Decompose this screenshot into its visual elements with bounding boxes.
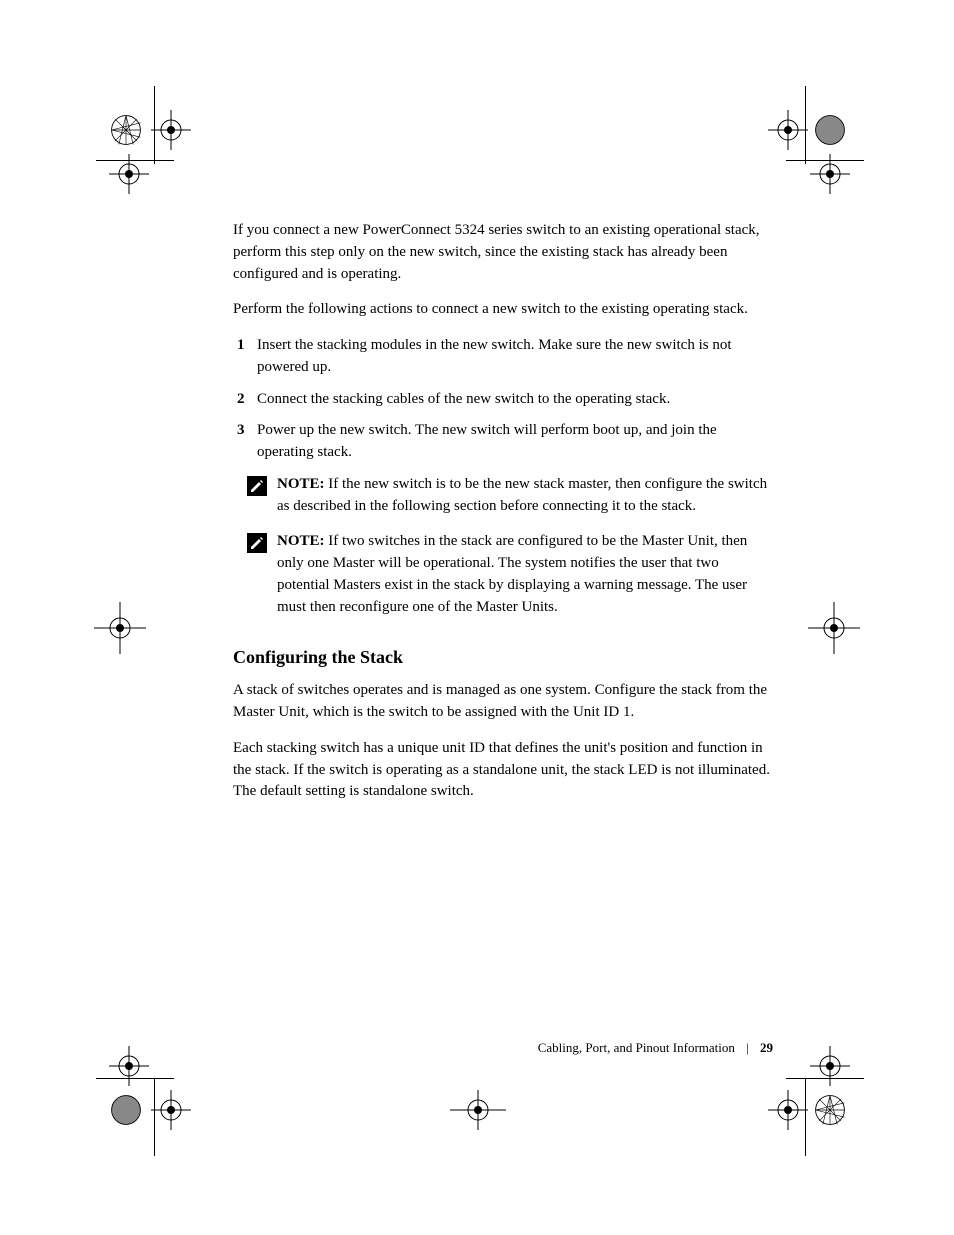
registration-line-icon [96,1078,174,1079]
note-label: NOTE: [277,533,325,549]
note-label: NOTE: [277,476,325,492]
registration-line-icon [805,86,806,164]
registration-line-icon [805,1078,806,1156]
note: NOTE: If the new switch is to be the new… [233,474,773,518]
registration-line-icon [96,160,174,161]
registration-line-icon [786,160,864,161]
registration-crosshair-icon [766,1088,810,1132]
registration-disc-icon [812,112,848,148]
registration-sunburst-icon [108,112,144,148]
registration-crosshair-icon [808,1044,852,1088]
registration-crosshair-icon [149,108,193,152]
note-text: If the new switch is to be the new stack… [277,476,767,514]
footer-separator-icon: | [746,1040,749,1056]
page-footer: Cabling, Port, and Pinout Information | … [233,1040,773,1056]
note-pencil-icon [247,533,267,553]
registration-crosshair-icon [90,598,150,658]
note-pencil-icon [247,476,267,496]
registration-crosshair-icon [448,1088,508,1132]
footer-section-label: Cabling, Port, and Pinout Information [538,1040,735,1055]
step-2: 2 Connect the stacking cables of the new… [233,389,773,411]
registration-line-icon [154,1078,155,1156]
paragraph: Perform the following actions to connect… [233,299,773,321]
registration-line-icon [154,86,155,164]
section-heading: Configuring the Stack [233,644,773,670]
step-number: 3 [237,420,245,442]
registration-crosshair-icon [107,1044,151,1088]
step-text: Power up the new switch. The new switch … [257,422,717,460]
page-content: If you connect a new PowerConnect 5324 s… [233,220,773,817]
registration-crosshair-icon [149,1088,193,1132]
step-text: Insert the stacking modules in the new s… [257,337,732,375]
registration-crosshair-icon [808,152,852,196]
registration-crosshair-icon [804,598,864,658]
step-3: 3 Power up the new switch. The new switc… [233,420,773,464]
registration-crosshair-icon [766,108,810,152]
paragraph: A stack of switches operates and is mana… [233,680,773,724]
step-1: 1 Insert the stacking modules in the new… [233,335,773,379]
registration-sunburst-icon [812,1092,848,1128]
registration-crosshair-icon [107,152,151,196]
paragraph: If you connect a new PowerConnect 5324 s… [233,220,773,285]
registration-disc-icon [108,1092,144,1128]
step-number: 1 [237,335,245,357]
note: NOTE: If two switches in the stack are c… [233,531,773,618]
step-text: Connect the stacking cables of the new s… [257,391,670,407]
step-number: 2 [237,389,245,411]
paragraph: Each stacking switch has a unique unit I… [233,738,773,803]
note-text: If two switches in the stack are configu… [277,533,747,614]
footer-page-number: 29 [760,1040,773,1055]
registration-line-icon [786,1078,864,1079]
page: If you connect a new PowerConnect 5324 s… [0,0,954,1235]
